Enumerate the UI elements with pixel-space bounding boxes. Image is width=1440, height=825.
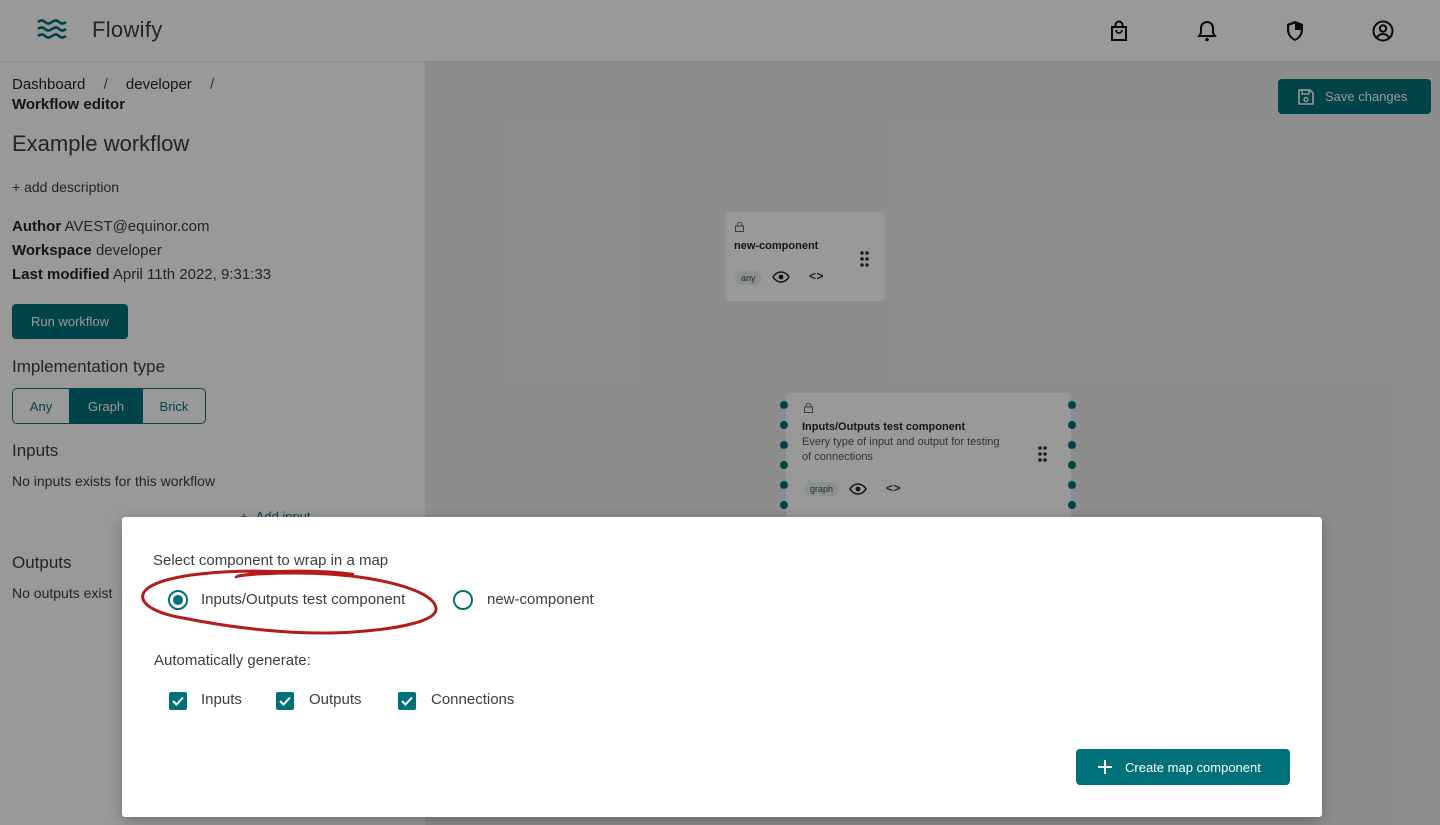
inputs-checkbox-label[interactable]: Inputs: [201, 691, 242, 708]
radio-label-new-component[interactable]: new-component: [487, 591, 594, 608]
create-map-component-label: Create map component: [1125, 759, 1261, 775]
connections-checkbox[interactable]: [398, 692, 416, 710]
checkmark-icon: [172, 696, 184, 706]
create-map-component-button[interactable]: Create map component: [1076, 749, 1290, 785]
plus-icon: [1098, 760, 1112, 774]
outputs-checkbox-label[interactable]: Outputs: [309, 691, 362, 708]
dialog-title: Select component to wrap in a map: [153, 552, 389, 569]
connections-checkbox-label[interactable]: Connections: [431, 691, 514, 708]
checkmark-icon: [279, 696, 291, 706]
radio-label-io-test-component[interactable]: Inputs/Outputs test component: [201, 591, 405, 608]
radio-io-test-component[interactable]: [168, 590, 188, 610]
inputs-checkbox[interactable]: [169, 692, 187, 710]
auto-generate-label: Automatically generate:: [154, 652, 311, 669]
radio-new-component[interactable]: [453, 590, 473, 610]
outputs-checkbox[interactable]: [276, 692, 294, 710]
wrap-in-map-dialog: Select component to wrap in a map Inputs…: [122, 517, 1322, 817]
checkmark-icon: [401, 696, 413, 706]
